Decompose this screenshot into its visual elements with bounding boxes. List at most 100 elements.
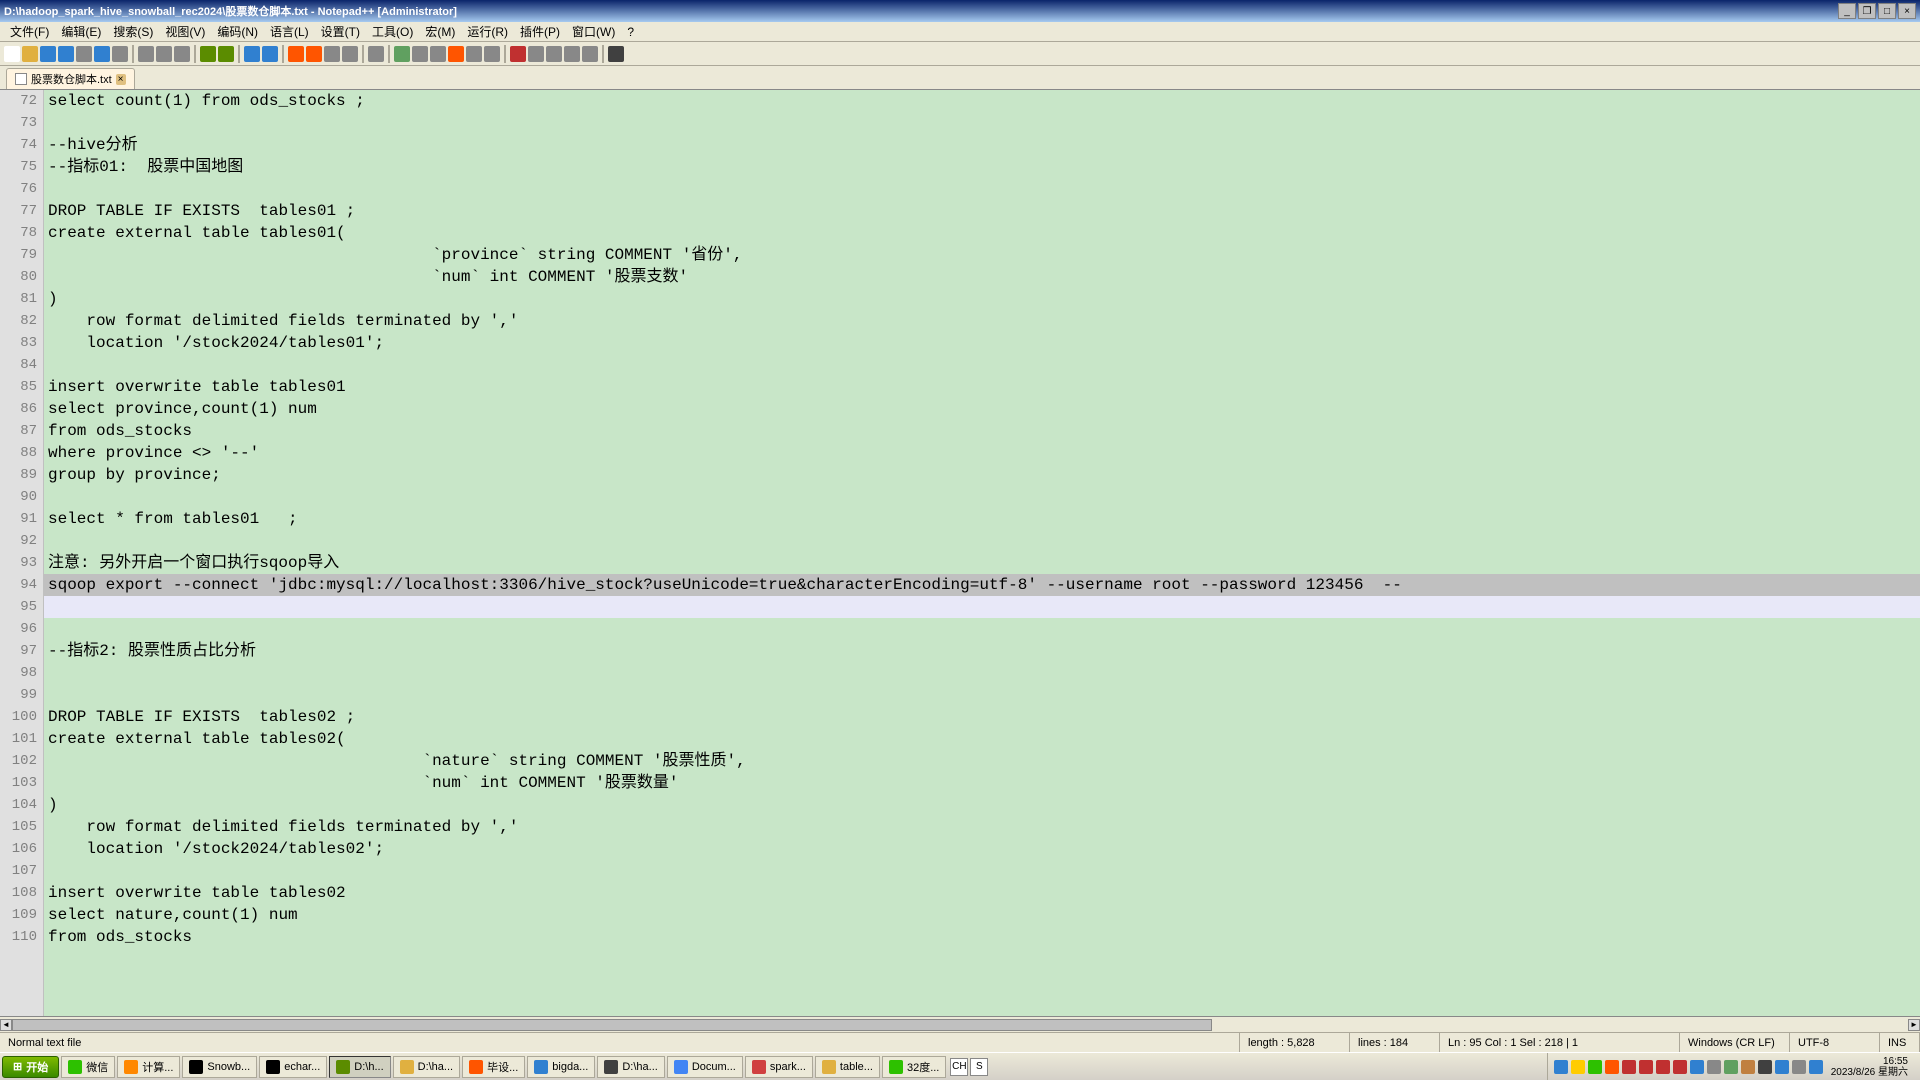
toolbar-button[interactable] bbox=[306, 46, 322, 62]
taskbar-app-button[interactable]: D:\ha... bbox=[597, 1056, 664, 1078]
taskbar-app-button[interactable]: 毕设... bbox=[462, 1056, 525, 1078]
toolbar-button[interactable] bbox=[244, 46, 260, 62]
scrollbar-thumb[interactable] bbox=[12, 1019, 1212, 1031]
tray-icon[interactable] bbox=[1571, 1060, 1585, 1074]
code-line[interactable] bbox=[44, 596, 1920, 618]
toolbar-button[interactable] bbox=[342, 46, 358, 62]
menu-item[interactable]: 窗口(W) bbox=[566, 23, 621, 40]
menu-item[interactable]: 编码(N) bbox=[211, 23, 264, 40]
tray-icon[interactable] bbox=[1622, 1060, 1636, 1074]
code-line[interactable]: create external table tables01( bbox=[44, 222, 1920, 244]
code-line[interactable]: 注意: 另外开启一个窗口执行sqoop导入 bbox=[44, 552, 1920, 574]
close-button[interactable]: × bbox=[1898, 3, 1916, 19]
code-line[interactable]: --指标01: 股票中国地图 bbox=[44, 156, 1920, 178]
code-line[interactable]: DROP TABLE IF EXISTS tables02 ; bbox=[44, 706, 1920, 728]
toolbar-button[interactable] bbox=[174, 46, 190, 62]
taskbar-app-button[interactable]: echar... bbox=[259, 1056, 327, 1078]
minimize-button[interactable]: _ bbox=[1838, 3, 1856, 19]
code-line[interactable]: `nature` string COMMENT '股票性质', bbox=[44, 750, 1920, 772]
code-line[interactable]: row format delimited fields terminated b… bbox=[44, 816, 1920, 838]
text-editor[interactable]: 7273747576777879808182838485868788899091… bbox=[0, 90, 1920, 1016]
restore-button[interactable]: ❐ bbox=[1858, 3, 1876, 19]
toolbar-button[interactable] bbox=[94, 46, 110, 62]
toolbar-button[interactable] bbox=[448, 46, 464, 62]
code-line[interactable]: `num` int COMMENT '股票支数' bbox=[44, 266, 1920, 288]
tray-icon[interactable] bbox=[1724, 1060, 1738, 1074]
ime-lang[interactable]: CH bbox=[950, 1058, 968, 1076]
code-line[interactable]: `province` string COMMENT '省份', bbox=[44, 244, 1920, 266]
code-line[interactable]: where province <> '--' bbox=[44, 442, 1920, 464]
code-line[interactable]: ) bbox=[44, 288, 1920, 310]
toolbar-button[interactable] bbox=[510, 46, 526, 62]
code-line[interactable]: insert overwrite table tables02 bbox=[44, 882, 1920, 904]
clock[interactable]: 16:55 2023/8/26 星期六 bbox=[1827, 1056, 1912, 1078]
toolbar-button[interactable] bbox=[40, 46, 56, 62]
code-line[interactable]: ) bbox=[44, 794, 1920, 816]
code-line[interactable]: location '/stock2024/tables02'; bbox=[44, 838, 1920, 860]
code-line[interactable]: row format delimited fields terminated b… bbox=[44, 310, 1920, 332]
toolbar-button[interactable] bbox=[368, 46, 384, 62]
code-line[interactable] bbox=[44, 112, 1920, 134]
code-line[interactable] bbox=[44, 684, 1920, 706]
code-line[interactable] bbox=[44, 178, 1920, 200]
code-line[interactable]: from ods_stocks bbox=[44, 420, 1920, 442]
code-line[interactable] bbox=[44, 486, 1920, 508]
toolbar-button[interactable] bbox=[394, 46, 410, 62]
code-line[interactable]: `num` int COMMENT '股票数量' bbox=[44, 772, 1920, 794]
toolbar-button[interactable] bbox=[466, 46, 482, 62]
tray-icon[interactable] bbox=[1741, 1060, 1755, 1074]
menu-item[interactable]: 视图(V) bbox=[159, 23, 211, 40]
tray-icon[interactable] bbox=[1809, 1060, 1823, 1074]
toolbar-button[interactable] bbox=[288, 46, 304, 62]
tray-icon[interactable] bbox=[1605, 1060, 1619, 1074]
tray-icon[interactable] bbox=[1690, 1060, 1704, 1074]
code-line[interactable]: select province,count(1) num bbox=[44, 398, 1920, 420]
taskbar-app-button[interactable]: spark... bbox=[745, 1056, 813, 1078]
tray-icon[interactable] bbox=[1758, 1060, 1772, 1074]
taskbar-app-button[interactable]: 计算... bbox=[117, 1056, 180, 1078]
code-area[interactable]: select count(1) from ods_stocks ;--hive分… bbox=[44, 90, 1920, 1016]
scroll-left-arrow-icon[interactable]: ◄ bbox=[0, 1019, 12, 1031]
toolbar-button[interactable] bbox=[324, 46, 340, 62]
code-line[interactable]: --hive分析 bbox=[44, 134, 1920, 156]
code-line[interactable]: create external table tables02( bbox=[44, 728, 1920, 750]
toolbar-button[interactable] bbox=[430, 46, 446, 62]
code-line[interactable] bbox=[44, 530, 1920, 552]
code-line[interactable]: select nature,count(1) num bbox=[44, 904, 1920, 926]
menu-item[interactable]: 宏(M) bbox=[419, 23, 461, 40]
code-line[interactable]: insert overwrite table tables01 bbox=[44, 376, 1920, 398]
tray-icon[interactable] bbox=[1554, 1060, 1568, 1074]
tray-icon[interactable] bbox=[1673, 1060, 1687, 1074]
toolbar-button[interactable] bbox=[22, 46, 38, 62]
toolbar-button[interactable] bbox=[58, 46, 74, 62]
toolbar-button[interactable] bbox=[138, 46, 154, 62]
menu-item[interactable]: 设置(T) bbox=[315, 23, 366, 40]
taskbar-app-button[interactable]: D:\ha... bbox=[393, 1056, 460, 1078]
toolbar-button[interactable] bbox=[76, 46, 92, 62]
menu-item[interactable]: 运行(R) bbox=[461, 23, 514, 40]
code-line[interactable] bbox=[44, 618, 1920, 640]
code-line[interactable] bbox=[44, 860, 1920, 882]
toolbar-button[interactable] bbox=[564, 46, 580, 62]
tray-icon[interactable] bbox=[1588, 1060, 1602, 1074]
tray-icon[interactable] bbox=[1656, 1060, 1670, 1074]
toolbar-button[interactable] bbox=[262, 46, 278, 62]
menu-item[interactable]: 语言(L) bbox=[264, 23, 315, 40]
toolbar-button[interactable] bbox=[200, 46, 216, 62]
tray-icon[interactable] bbox=[1707, 1060, 1721, 1074]
tray-icon[interactable] bbox=[1775, 1060, 1789, 1074]
code-line[interactable]: sqoop export --connect 'jdbc:mysql://loc… bbox=[44, 574, 1920, 596]
maximize-button[interactable]: □ bbox=[1878, 3, 1896, 19]
taskbar-app-button[interactable]: 32度... bbox=[882, 1056, 946, 1078]
code-line[interactable]: --指标2: 股票性质占比分析 bbox=[44, 640, 1920, 662]
toolbar-button[interactable] bbox=[112, 46, 128, 62]
menu-item[interactable]: 工具(O) bbox=[366, 23, 419, 40]
toolbar-button[interactable] bbox=[546, 46, 562, 62]
tray-icon[interactable] bbox=[1639, 1060, 1653, 1074]
toolbar-button[interactable] bbox=[412, 46, 428, 62]
code-line[interactable] bbox=[44, 662, 1920, 684]
menu-item[interactable]: 插件(P) bbox=[514, 23, 566, 40]
menu-item[interactable]: 编辑(E) bbox=[55, 23, 107, 40]
scroll-right-arrow-icon[interactable]: ► bbox=[1908, 1019, 1920, 1031]
menu-item[interactable]: 文件(F) bbox=[4, 23, 55, 40]
